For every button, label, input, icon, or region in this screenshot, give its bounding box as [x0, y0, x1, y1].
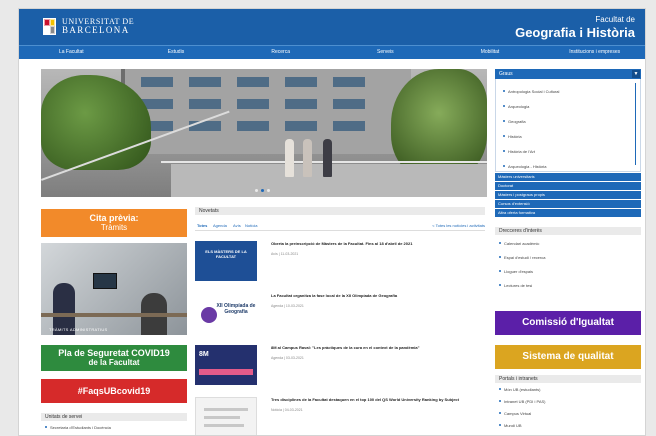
news-title[interactable]: Tres disciplines de la Facultat destaque…	[271, 397, 483, 403]
nav-item-estudis[interactable]: Estudis	[124, 46, 229, 59]
interest-item[interactable]: Calendari acadèmic	[499, 241, 539, 246]
cita-subtitle: Tràmits	[100, 223, 128, 232]
carousel-dots	[255, 189, 270, 192]
news-title[interactable]: Oberta la preinscripció de Màsters de la…	[271, 241, 483, 247]
news-title[interactable]: 8M al Campus Raval: "Les pràctiques de l…	[271, 345, 483, 351]
degrees-title: Graus	[499, 71, 513, 77]
chevron-down-icon[interactable]: ▼	[632, 70, 640, 78]
news-item[interactable]: Tres disciplines de la Facultat destaque…	[195, 397, 485, 435]
covid-plan-banner[interactable]: Pla de Seguretat COVID19 de la Facultat	[41, 345, 187, 371]
page: UNIVERSITAT DE BARCELONA Facultat de Geo…	[18, 8, 646, 436]
cita-previa-banner[interactable]: Cita prèvia: Tràmits	[41, 209, 187, 237]
comissio-igualtat-banner[interactable]: Comissió d'Igualtat	[495, 311, 641, 335]
degree-item[interactable]: Arqueologia	[503, 104, 529, 109]
news-thumbnail: ELS MÀSTERS DE LA FACULTAT	[195, 241, 257, 281]
interest-item[interactable]: Lectures de tesi	[499, 283, 532, 288]
nav-item-serveis[interactable]: Serveis	[333, 46, 438, 59]
nav-item-facultat[interactable]: La Facultat	[19, 46, 124, 59]
carousel-dot[interactable]	[255, 189, 258, 192]
units-item[interactable]: Secretaria d'Estudiants i Docència	[45, 425, 111, 430]
hero-carousel[interactable]	[41, 69, 487, 197]
masters-button[interactable]: Màsters universitaris	[495, 173, 641, 181]
news-section: Novetats Totes Agenda Avís Notícia < Tot…	[195, 207, 485, 435]
news-title[interactable]: La Facultat organitza la fase local de l…	[271, 293, 483, 299]
news-item[interactable]: XII Olimpíada de Geografia La Facultat o…	[195, 293, 485, 343]
intranet-item[interactable]: Campus Virtual	[499, 411, 531, 416]
news-tabs: Totes Agenda Avís Notícia < Totes les no…	[195, 223, 485, 231]
intranet-item[interactable]: Mundi UB	[499, 423, 522, 428]
covid-title: Pla de Seguretat COVID19	[58, 348, 170, 358]
news-meta: Notícia | 04-03-2021	[271, 408, 303, 412]
university-logo[interactable]: UNIVERSITAT DE BARCELONA	[43, 17, 134, 35]
nav-item-mobilitat[interactable]: Mobilitat	[438, 46, 543, 59]
intranet-heading: Portals i intranets	[495, 375, 641, 383]
news-item[interactable]: ELS MÀSTERS DE LA FACULTAT Oberta la pre…	[195, 241, 485, 291]
news-thumbnail: 8M	[195, 345, 257, 385]
logo-line2: BARCELONA	[62, 25, 130, 35]
news-meta: Avís | 11-03-2021	[271, 252, 299, 256]
cita-title: Cita prèvia:	[89, 213, 139, 223]
sistema-qualitat-banner[interactable]: Sistema de qualitat	[495, 345, 641, 369]
news-meta: Agenda | 03-03-2021	[271, 356, 304, 360]
extensio-button[interactable]: Cursos d'extensió	[495, 200, 641, 208]
shield-icon	[43, 17, 56, 35]
tab-noticia[interactable]: Notícia	[245, 223, 257, 228]
faculty-title[interactable]: Facultat de Geografia i Història	[515, 15, 635, 40]
all-news-link[interactable]: < Totes les notícies i activitats	[432, 223, 485, 228]
scrollbar[interactable]	[635, 83, 636, 165]
faculty-line1: Facultat de	[595, 15, 635, 24]
propis-button[interactable]: Màsters i postgraus propis	[495, 191, 641, 199]
news-thumbnail	[195, 397, 257, 435]
interest-heading: Drecceres d'interès	[495, 227, 641, 235]
nav-item-recerca[interactable]: Recerca	[228, 46, 333, 59]
carousel-dot[interactable]	[267, 189, 270, 192]
degree-item[interactable]: Geografia	[503, 119, 526, 124]
faculty-line2: Geografia i Història	[515, 25, 635, 40]
news-meta: Agenda | 10-03-2021	[271, 304, 304, 308]
main-nav: La Facultat Estudis Recerca Serveis Mobi…	[19, 45, 645, 59]
tab-agenda[interactable]: Agenda	[213, 223, 227, 228]
nav-item-institucions[interactable]: Institucions i empreses	[542, 46, 645, 59]
news-item[interactable]: 8M 8M al Campus Raval: "Les pràctiques d…	[195, 345, 485, 395]
photo-caption: TRÀMITS ADMINISTRATIUS	[49, 327, 108, 332]
degree-item[interactable]: Arqueologia - Història	[503, 164, 546, 169]
news-heading: Novetats	[195, 207, 485, 215]
intranet-item[interactable]: Intranet UB (PDI i PAS)	[499, 399, 546, 404]
faqs-covid-banner[interactable]: #FaqsUBcovid19	[41, 379, 187, 403]
units-heading: Unitats de servei	[41, 413, 187, 421]
tab-totes[interactable]: Totes	[197, 223, 207, 228]
intranet-item[interactable]: Món UB (estudiants)	[499, 387, 540, 392]
news-thumbnail: XII Olimpíada de Geografia	[195, 293, 257, 333]
degrees-dropdown[interactable]: Graus ▼	[495, 69, 641, 79]
doctorat-button[interactable]: Doctorat	[495, 182, 641, 190]
altra-oferta-button[interactable]: Altra oferta formativa	[495, 209, 641, 217]
degree-item[interactable]: Història de l'Art	[503, 149, 535, 154]
covid-subtitle: de la Facultat	[88, 358, 140, 367]
degree-item[interactable]: Història	[503, 134, 522, 139]
site-header: UNIVERSITAT DE BARCELONA Facultat de Geo…	[19, 9, 645, 45]
tramits-photo[interactable]: TRÀMITS ADMINISTRATIUS	[41, 243, 187, 335]
interest-item[interactable]: Espai d'estudi / recerca	[499, 255, 545, 260]
carousel-dot[interactable]	[261, 189, 264, 192]
degree-item[interactable]: Antropologia Social i Cultural	[503, 89, 559, 94]
tab-avis[interactable]: Avís	[233, 223, 241, 228]
interest-item[interactable]: Lloguer d'espais	[499, 269, 533, 274]
building-image	[121, 69, 411, 154]
